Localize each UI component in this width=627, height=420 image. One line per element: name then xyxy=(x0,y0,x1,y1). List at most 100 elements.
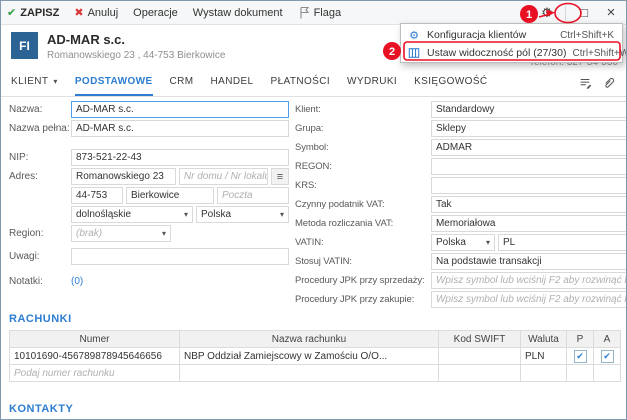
empty-cell[interactable] xyxy=(180,365,439,382)
notatki-label: Notatki: xyxy=(9,276,71,287)
page-title: AD-MAR s.c. xyxy=(47,32,125,47)
nr-domu-input[interactable]: Nr domu / Nr lokalu xyxy=(179,168,268,185)
adres-label: Adres: xyxy=(9,171,71,182)
jpk-sprzedaz-input[interactable]: Wpisz symbol lub wciśnij F2 aby rozwinąć… xyxy=(431,272,627,289)
czynny-podatnik-vat-label: Czynny podatnik VAT: xyxy=(295,199,431,210)
menu-item-konfiguracja-klientow[interactable]: ⚙ Konfiguracja klientów Ctrl+Shift+K xyxy=(401,26,622,44)
new-account-placeholder: Podaj numer rachunku xyxy=(14,368,115,379)
col-header-p[interactable]: P xyxy=(567,331,594,348)
save-button[interactable]: ✔ ZAPISZ xyxy=(7,6,59,19)
window-controls: ⚙ □ × xyxy=(538,4,620,21)
czynny-podatnik-vat-select[interactable]: Tak▾ xyxy=(431,196,627,213)
accounts-header-row: Numer Nazwa rachunku Kod SWIFT Waluta P … xyxy=(10,331,621,348)
kraj-select[interactable]: Polska▾ xyxy=(196,206,289,223)
address-more-button[interactable]: ≡ xyxy=(271,168,289,185)
region-value: (brak) xyxy=(76,228,102,239)
poczta-input[interactable]: Poczta xyxy=(217,187,289,204)
krs-input[interactable] xyxy=(431,177,627,194)
flag-icon xyxy=(298,6,310,19)
jpk-zakup-placeholder: Wpisz symbol lub wciśnij F2 aby rozwinąć… xyxy=(436,294,627,305)
wojewodztwo-select[interactable]: dolnośląskie▾ xyxy=(71,206,193,223)
col-header-numer[interactable]: Numer xyxy=(10,331,180,348)
menu-shortcut: Ctrl+Shift+K xyxy=(560,30,614,41)
notes-icon[interactable] xyxy=(578,76,592,90)
empty-cell[interactable] xyxy=(567,365,594,382)
nazwa-pelna-input[interactable]: AD-MAR s.c. xyxy=(71,120,289,137)
menu-item-label: Ustaw widoczność pól (27/30) xyxy=(427,47,566,59)
checkbox-p[interactable]: ✔ xyxy=(574,350,587,363)
tab-bar-icons xyxy=(578,69,616,96)
tab-label: PODSTAWOWE xyxy=(75,76,153,87)
menu-shortcut: Ctrl+Shift+W xyxy=(572,48,627,59)
region-select[interactable]: (brak) ▾ xyxy=(71,225,171,242)
nazwa-pelna-label: Nazwa pełna: xyxy=(9,123,71,134)
issue-document-label: Wystaw dokument xyxy=(193,7,283,19)
regon-input[interactable] xyxy=(431,158,627,175)
maximize-button[interactable]: □ xyxy=(575,5,593,20)
chevron-down-icon: ▾ xyxy=(51,77,57,86)
vatin-kraj-select[interactable]: Polska▾ xyxy=(431,234,495,251)
nip-value: 873-521-22-43 xyxy=(76,152,142,163)
tab-ksiegowosc[interactable]: KSIĘGOWOŚĆ xyxy=(414,69,487,96)
uwagi-input[interactable] xyxy=(71,248,289,265)
col-header-kod-swift[interactable]: Kod SWIFT xyxy=(439,331,521,348)
x-icon: ✖ xyxy=(74,6,83,19)
issue-document-button[interactable]: Wystaw dokument xyxy=(193,7,283,19)
miasto-input[interactable]: Bierkowice xyxy=(126,187,214,204)
cancel-button[interactable]: ✖ Anuluj xyxy=(74,6,118,19)
metoda-vat-select[interactable]: Memoriałowa▾ xyxy=(431,215,627,232)
poczta-placeholder: Poczta xyxy=(222,190,253,201)
kod-pocztowy-input[interactable]: 44-753 xyxy=(71,187,123,204)
accounts-table: Numer Nazwa rachunku Kod SWIFT Waluta P … xyxy=(9,330,621,382)
ulica-value: Romanowskiego 23 xyxy=(76,171,164,182)
close-button[interactable]: × xyxy=(602,4,620,21)
nazwa-label: Nazwa: xyxy=(9,104,71,115)
hamburger-icon: ≡ xyxy=(277,171,283,183)
flag-button[interactable]: Flaga xyxy=(298,6,342,19)
ulica-input[interactable]: Romanowskiego 23 xyxy=(71,168,176,185)
account-number-cell[interactable]: 10101690-456789878945646656 xyxy=(10,348,180,365)
notatki-link[interactable]: (0) xyxy=(71,276,83,287)
tab-podstawowe[interactable]: PODSTAWOWE xyxy=(75,69,153,96)
empty-cell[interactable] xyxy=(521,365,567,382)
symbol-label: Symbol: xyxy=(295,142,431,153)
empty-cell[interactable] xyxy=(439,365,521,382)
symbol-input[interactable]: ADMAR xyxy=(431,139,627,156)
gear-icon: ⚙ xyxy=(407,29,421,42)
tab-platnosci[interactable]: PŁATNOŚCI xyxy=(271,69,331,96)
menu-item-ustaw-widocznosc-pol[interactable]: Ustaw widoczność pól (27/30) Ctrl+Shift+… xyxy=(401,44,622,62)
tab-klient-selector[interactable]: KLIENT ▾ xyxy=(11,69,58,96)
operations-menu-button[interactable]: Operacje xyxy=(133,7,178,19)
new-account-number-input[interactable]: Podaj numer rachunku xyxy=(10,365,180,382)
jpk-zakup-input[interactable]: Wpisz symbol lub wciśnij F2 aby rozwinąć… xyxy=(431,291,627,308)
nazwa-input[interactable]: AD-MAR s.c. xyxy=(71,101,289,118)
tab-wydruki[interactable]: WYDRUKI xyxy=(347,69,397,96)
account-swift-cell[interactable] xyxy=(439,348,521,365)
account-name-cell[interactable]: NBP Oddział Zamiejscowy w Zamościu O/O..… xyxy=(180,348,439,365)
chevron-down-icon: ▾ xyxy=(160,229,166,238)
stosuj-vatin-label: Stosuj VATIN: xyxy=(295,256,431,267)
stosuj-vatin-select[interactable]: Na podstawie transakcji▾ xyxy=(431,253,627,270)
check-icon: ✔ xyxy=(576,352,584,361)
new-account-row[interactable]: Podaj numer rachunku xyxy=(10,365,621,382)
attachment-paperclip-icon[interactable] xyxy=(602,76,616,90)
nip-input[interactable]: 873-521-22-43 xyxy=(71,149,289,166)
form-left-column: Nazwa: AD-MAR s.c. Nazwa pełna: AD-MAR s… xyxy=(9,101,289,310)
grupa-select[interactable]: Sklepy▾ xyxy=(431,120,627,137)
tab-label: HANDEL xyxy=(211,76,254,87)
account-row[interactable]: 10101690-456789878945646656 NBP Oddział … xyxy=(10,348,621,365)
col-header-a[interactable]: A xyxy=(594,331,621,348)
col-header-nazwa-rachunku[interactable]: Nazwa rachunku xyxy=(180,331,439,348)
vatin-number-input[interactable]: PL▾ xyxy=(498,234,627,251)
contacts-section: KONTAKTY xyxy=(9,403,73,415)
account-currency-cell[interactable]: PLN xyxy=(521,348,567,365)
settings-gear-button[interactable]: ⚙ xyxy=(538,5,556,21)
klient-select[interactable]: Standardowy▾ xyxy=(431,101,627,118)
jpk-sprzedaz-placeholder: Wpisz symbol lub wciśnij F2 aby rozwinąć… xyxy=(436,275,627,286)
checkbox-a[interactable]: ✔ xyxy=(601,350,614,363)
tab-handel[interactable]: HANDEL xyxy=(211,69,254,96)
col-header-waluta[interactable]: Waluta xyxy=(521,331,567,348)
tab-crm[interactable]: CRM xyxy=(170,69,194,96)
vatin-prefix-value: PL xyxy=(503,237,515,248)
empty-cell[interactable] xyxy=(594,365,621,382)
